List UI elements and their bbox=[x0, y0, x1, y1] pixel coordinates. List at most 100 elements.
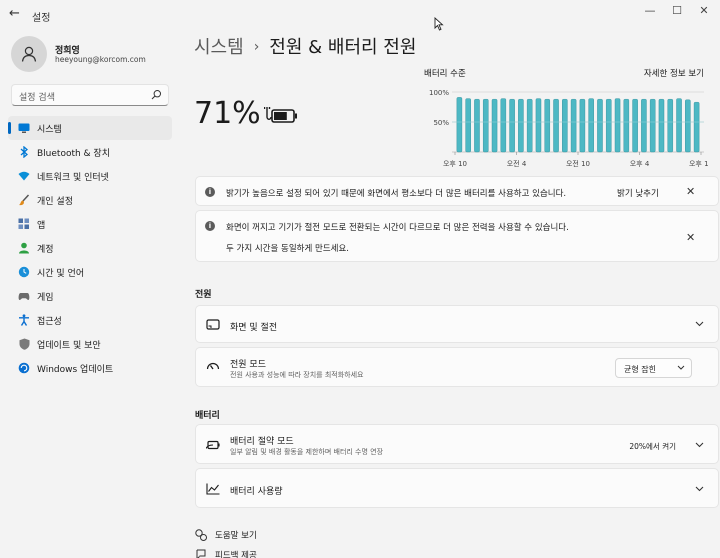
main-content: 시스템 › 전원 & 배터리 전원 71% 배터리 수준 자세한 정보 보기 100… bbox=[180, 30, 720, 558]
sidebar-nav: 시스템 Bluetooth & 장치 네트워크 및 인터넷 개인 설정 앱 계정… bbox=[8, 116, 172, 380]
sidebar-item-update[interactable]: Windows 업데이트 bbox=[8, 356, 172, 380]
brightness-notice-text: 밝기가 높음으로 설정 되어 있기 때문에 화면에서 평소보다 더 많은 배터리… bbox=[226, 189, 567, 199]
battery-bar[interactable] bbox=[658, 98, 665, 153]
globe-clock-icon bbox=[18, 266, 30, 278]
battery-bar[interactable] bbox=[623, 98, 630, 153]
page-title: 전원 & 배터리 전원 bbox=[269, 37, 417, 58]
battery-details-link[interactable]: 자세한 정보 보기 bbox=[644, 67, 704, 79]
sidebar-item-label: 접근성 bbox=[37, 317, 62, 327]
account-icon bbox=[18, 242, 30, 254]
battery-saver-row[interactable]: 배터리 절약 모드 일부 알림 및 배경 활동을 제한하며 배터리 수명 연장 … bbox=[195, 424, 719, 464]
battery-bar[interactable] bbox=[641, 98, 647, 153]
battery-bar[interactable] bbox=[465, 98, 471, 153]
battery-bar[interactable] bbox=[649, 98, 656, 153]
search-input[interactable]: 설정 검색 bbox=[11, 84, 169, 106]
battery-bar[interactable] bbox=[491, 98, 498, 153]
user-icon bbox=[21, 46, 37, 62]
feedback-link[interactable]: 피드백 제공 bbox=[195, 549, 257, 558]
help-link[interactable]: 도움말 보기 bbox=[195, 529, 257, 541]
help-link-label: 도움말 보기 bbox=[215, 531, 257, 541]
battery-section-heading: 배터리 bbox=[195, 411, 220, 421]
mouse-cursor-icon bbox=[434, 17, 444, 31]
y-tick-label: 50% bbox=[433, 119, 449, 127]
sidebar-item-privacy[interactable]: 업데이트 및 보안 bbox=[8, 332, 172, 356]
sidebar-item-system[interactable]: 시스템 bbox=[8, 116, 172, 140]
battery-bar[interactable] bbox=[685, 99, 691, 153]
search-icon[interactable] bbox=[151, 89, 162, 100]
battery-bar[interactable] bbox=[693, 102, 700, 153]
app-title: 설정 bbox=[32, 13, 51, 24]
sidebar-item-apps[interactable]: 앱 bbox=[8, 212, 172, 236]
x-tick-label: 오후 10 bbox=[689, 160, 708, 168]
battery-usage-title: 배터리 사용량 bbox=[230, 487, 283, 497]
x-tick-label: 오전 4 bbox=[507, 159, 527, 168]
lower-brightness-button[interactable]: 밝기 낮추기 bbox=[617, 187, 659, 199]
sidebar-item-label: Windows 업데이트 bbox=[37, 365, 114, 375]
battery-bar[interactable] bbox=[509, 98, 515, 153]
user-email: heeyoung@korcom.com bbox=[55, 55, 146, 64]
help-icon bbox=[195, 529, 207, 541]
sidebar-item-gaming[interactable]: 게임 bbox=[8, 284, 172, 308]
screen-sleep-title: 화면 및 절전 bbox=[230, 323, 278, 333]
battery-bar[interactable] bbox=[518, 98, 524, 153]
battery-bar[interactable] bbox=[483, 98, 489, 153]
sidebar-item-bluetooth[interactable]: Bluetooth & 장치 bbox=[8, 140, 172, 164]
battery-bar[interactable] bbox=[676, 98, 682, 153]
sidebar-item-network[interactable]: 네트워크 및 인터넷 bbox=[8, 164, 172, 188]
breadcrumb-separator: › bbox=[253, 39, 260, 55]
battery-bar[interactable] bbox=[614, 98, 621, 153]
battery-bar[interactable] bbox=[474, 98, 480, 153]
brightness-notice: i 밝기가 높음으로 설정 되어 있기 때문에 화면에서 평소보다 더 많은 배… bbox=[195, 176, 719, 206]
battery-bar[interactable] bbox=[500, 98, 507, 153]
minimize-button[interactable]: — bbox=[640, 4, 660, 17]
breadcrumb-parent[interactable]: 시스템 bbox=[194, 37, 244, 58]
sidebar: 정희영 heeyoung@korcom.com 설정 검색 시스템 Blueto… bbox=[0, 30, 180, 558]
screen-sleep-row[interactable]: 화면 및 절전 bbox=[195, 305, 719, 343]
power-mode-row: 전원 모드 전원 사용과 성능에 따라 장치를 최적화하세요 균형 잡힌 bbox=[195, 347, 719, 387]
chevron-down-icon bbox=[695, 486, 704, 492]
sidebar-item-label: 앱 bbox=[37, 221, 46, 231]
title-bar: ← 설정 — ☐ ✕ bbox=[0, 0, 720, 30]
info-icon: i bbox=[205, 187, 215, 197]
sidebar-item-accessibility[interactable]: 접근성 bbox=[8, 308, 172, 332]
battery-usage-row[interactable]: 배터리 사용량 bbox=[195, 468, 719, 508]
battery-bar[interactable] bbox=[456, 97, 463, 153]
battery-saver-title: 배터리 절약 모드 bbox=[230, 437, 294, 447]
sidebar-item-label: 네트워크 및 인터넷 bbox=[37, 173, 109, 183]
close-icon[interactable]: ✕ bbox=[686, 185, 695, 198]
update-icon bbox=[18, 362, 30, 374]
brush-icon bbox=[18, 194, 30, 206]
battery-bar[interactable] bbox=[632, 98, 638, 153]
battery-bar[interactable] bbox=[535, 98, 542, 153]
close-icon[interactable]: ✕ bbox=[686, 231, 695, 244]
battery-bar[interactable] bbox=[570, 98, 577, 153]
close-button[interactable]: ✕ bbox=[694, 4, 714, 17]
x-tick-label: 오전 10 bbox=[566, 159, 590, 168]
accessibility-icon bbox=[18, 314, 30, 326]
shield-icon bbox=[18, 338, 30, 350]
battery-bar[interactable] bbox=[597, 98, 603, 153]
avatar[interactable] bbox=[11, 36, 47, 72]
battery-bar[interactable] bbox=[553, 98, 559, 153]
battery-bar[interactable] bbox=[667, 98, 673, 153]
power-section-heading: 전원 bbox=[195, 290, 212, 300]
battery-bar[interactable] bbox=[526, 98, 533, 153]
battery-bar[interactable] bbox=[579, 98, 586, 153]
power-mode-icon bbox=[206, 360, 220, 374]
battery-charging-icon bbox=[264, 107, 297, 123]
sidebar-item-time[interactable]: 시간 및 언어 bbox=[8, 260, 172, 284]
feedback-icon bbox=[196, 549, 206, 558]
maximize-button[interactable]: ☐ bbox=[667, 4, 687, 17]
sidebar-item-accounts[interactable]: 계정 bbox=[8, 236, 172, 260]
battery-bar[interactable] bbox=[588, 98, 594, 153]
back-button[interactable]: ← bbox=[9, 6, 20, 21]
battery-bar[interactable] bbox=[544, 98, 550, 153]
sleep-timeout-notice-subtext[interactable]: 두 가지 시간을 동일하게 만드세요. bbox=[226, 242, 349, 254]
power-mode-select[interactable]: 균형 잡힌 bbox=[615, 358, 692, 378]
bluetooth-icon bbox=[18, 146, 30, 158]
chevron-down-icon bbox=[677, 365, 685, 370]
sleep-timeout-notice: i 화면이 꺼지고 기기가 절전 모드로 전환되는 시간이 다르므로 더 많은 … bbox=[195, 210, 719, 262]
sidebar-item-personalization[interactable]: 개인 설정 bbox=[8, 188, 172, 212]
battery-bar[interactable] bbox=[605, 98, 612, 153]
battery-bar[interactable] bbox=[562, 98, 568, 153]
